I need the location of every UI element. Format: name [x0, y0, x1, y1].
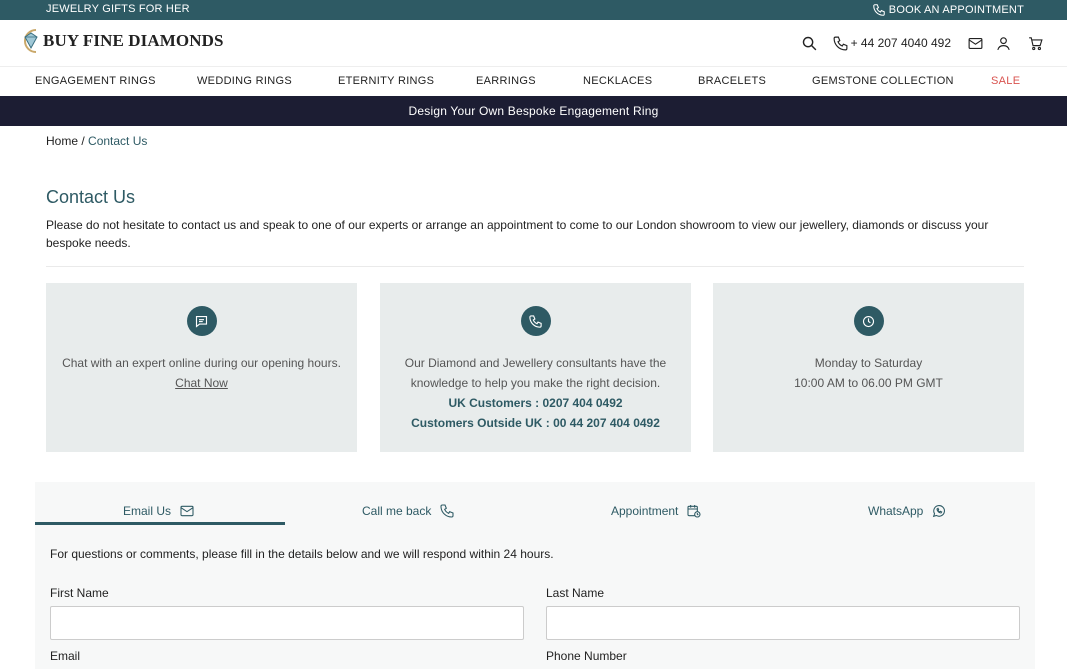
- calendar-clock-icon: [687, 505, 701, 518]
- contact-form-panel: Email Us Call me back Appointment WhatsA…: [35, 482, 1035, 669]
- promo-link[interactable]: JEWELRY GIFTS FOR HER: [46, 3, 190, 15]
- uk-customers-phone[interactable]: UK Customers : 0207 404 0492: [398, 393, 673, 413]
- mail-icon: [180, 505, 194, 517]
- tab-whatsapp[interactable]: WhatsApp: [868, 496, 947, 526]
- book-appointment-label: BOOK AN APPOINTMENT: [888, 4, 1024, 16]
- hours-card: Monday to Saturday 10:00 AM to 06.00 PM …: [713, 283, 1024, 452]
- tab-appointment[interactable]: Appointment: [611, 496, 702, 526]
- search-icon[interactable]: [800, 33, 820, 53]
- nav-sale[interactable]: SALE: [991, 75, 1020, 87]
- page-intro: Please do not hesitate to contact us and…: [46, 218, 989, 250]
- breadcrumb-home[interactable]: Home: [46, 134, 78, 148]
- phone-card-text: Our Diamond and Jewellery consultants ha…: [404, 356, 667, 390]
- last-name-field[interactable]: [546, 606, 1020, 640]
- whatsapp-icon: [933, 505, 946, 518]
- active-tab-indicator: [35, 522, 285, 525]
- header-phone-number: + 44 207 4040 492: [850, 36, 951, 50]
- cart-icon[interactable]: [1025, 33, 1045, 53]
- header-phone-link[interactable]: + 44 207 4040 492: [832, 35, 951, 52]
- phone-icon: [440, 504, 454, 518]
- breadcrumb-current: Contact Us: [88, 134, 148, 148]
- first-name-field[interactable]: [50, 606, 524, 640]
- clock-icon: [853, 306, 884, 336]
- divider: [46, 266, 1024, 267]
- logo[interactable]: BUY FINE DIAMONDS: [20, 26, 224, 56]
- tab-call-me-back-label: Call me back: [362, 504, 432, 518]
- site-header: BUY FINE DIAMONDS + 44 207 4040 492: [0, 20, 1067, 66]
- outside-uk-phone[interactable]: Customers Outside UK : 00 44 207 404 049…: [398, 413, 673, 433]
- top-bar: JEWELRY GIFTS FOR HER BOOK AN APPOINTMEN…: [0, 0, 1067, 20]
- nav-bracelets[interactable]: BRACELETS: [698, 75, 766, 87]
- phone-icon: [873, 4, 885, 16]
- nav-engagement-rings[interactable]: ENGAGEMENT RINGS: [35, 75, 156, 87]
- opening-hours: 10:00 AM to 06.00 PM GMT: [794, 376, 943, 390]
- chat-icon: [186, 306, 217, 336]
- bespoke-banner[interactable]: Design Your Own Bespoke Engagement Ring: [0, 96, 1067, 126]
- logo-text: BUY FINE DIAMONDS: [43, 31, 224, 50]
- nav-gemstone-collection[interactable]: GEMSTONE COLLECTION: [812, 75, 954, 87]
- account-icon[interactable]: [993, 33, 1013, 53]
- phone-icon: [833, 36, 848, 50]
- last-name-label: Last Name: [546, 586, 605, 600]
- opening-days: Monday to Saturday: [814, 356, 923, 370]
- nav-wedding-rings[interactable]: WEDDING RINGS: [197, 75, 292, 87]
- chat-now-link[interactable]: Chat Now: [175, 376, 228, 390]
- breadcrumb: Home / Contact Us: [46, 134, 147, 148]
- mail-icon[interactable]: [965, 33, 985, 53]
- form-note: For questions or comments, please fill i…: [50, 547, 554, 561]
- nav-necklaces[interactable]: NECKLACES: [583, 75, 652, 87]
- tab-appointment-label: Appointment: [611, 504, 679, 518]
- tab-whatsapp-label: WhatsApp: [868, 504, 924, 518]
- book-appointment-link[interactable]: BOOK AN APPOINTMENT: [872, 3, 1024, 17]
- chat-card-text: Chat with an expert online during our op…: [62, 356, 341, 370]
- page-title: Contact Us: [46, 187, 136, 207]
- nav-earrings[interactable]: EARRINGS: [476, 75, 536, 87]
- tab-call-me-back[interactable]: Call me back: [362, 496, 455, 526]
- tab-email-us-label: Email Us: [123, 504, 172, 518]
- nav-eternity-rings[interactable]: ETERNITY RINGS: [338, 75, 434, 87]
- main-nav: ENGAGEMENT RINGS WEDDING RINGS ETERNITY …: [0, 66, 1067, 96]
- email-label: Email: [50, 649, 81, 663]
- diamond-logo-icon: [24, 29, 38, 53]
- phone-icon: [520, 306, 551, 336]
- first-name-label: First Name: [50, 586, 109, 600]
- chat-card: Chat with an expert online during our op…: [46, 283, 357, 452]
- phone-card: Our Diamond and Jewellery consultants ha…: [380, 283, 691, 452]
- header-icons: + 44 207 4040 492: [800, 33, 1045, 53]
- phone-number-label: Phone Number: [546, 649, 627, 663]
- breadcrumb-separator: /: [78, 134, 89, 148]
